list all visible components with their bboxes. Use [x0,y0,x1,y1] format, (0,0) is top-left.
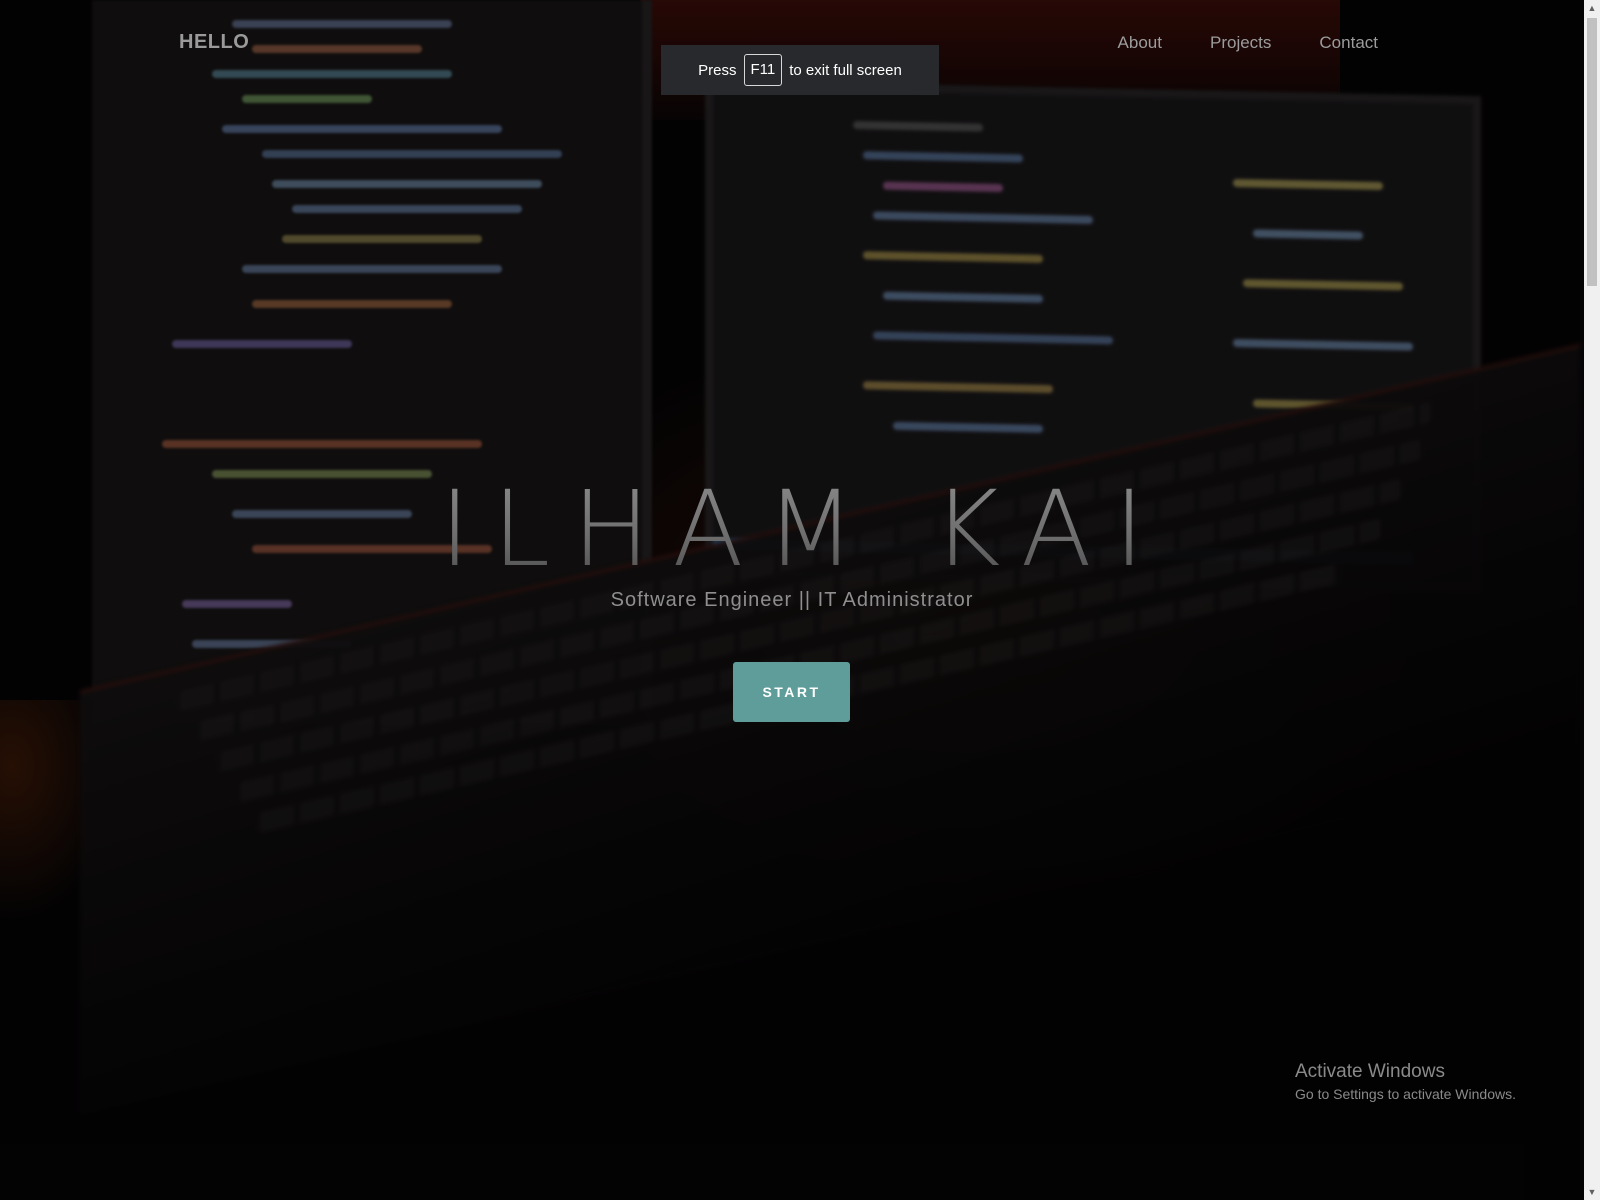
hero-subtitle: Software Engineer || IT Administrator [610,589,974,611]
fullscreen-notice: Press F11 to exit full screen [661,45,939,95]
scrollbar-thumb[interactable] [1587,18,1597,286]
nav-link-contact[interactable]: Contact [1319,33,1378,53]
brand-logo[interactable]: HELLO [179,31,249,54]
watermark-subtitle: Go to Settings to activate Windows. [1295,1086,1516,1102]
main-nav: About Projects Contact [1118,33,1378,53]
page-viewport: HELLO About Projects Contact Press F11 t… [0,0,1584,1200]
nav-link-projects[interactable]: Projects [1210,33,1271,53]
watermark-title: Activate Windows [1295,1061,1445,1082]
fullscreen-notice-prefix: Press [698,61,737,79]
hero-title: ILHAM KAI [0,468,1584,590]
windows-activation-watermark: Activate Windows Go to Settings to activ… [1295,1061,1516,1102]
fullscreen-key-badge: F11 [743,54,783,86]
nav-link-about[interactable]: About [1118,33,1162,53]
vertical-scrollbar[interactable]: ▲ ▼ [1584,0,1600,1200]
start-button[interactable]: START [733,662,850,722]
triangle-down-icon[interactable]: ▼ [1584,1184,1600,1200]
fullscreen-notice-suffix: to exit full screen [789,61,902,79]
triangle-up-icon[interactable]: ▲ [1584,0,1600,16]
